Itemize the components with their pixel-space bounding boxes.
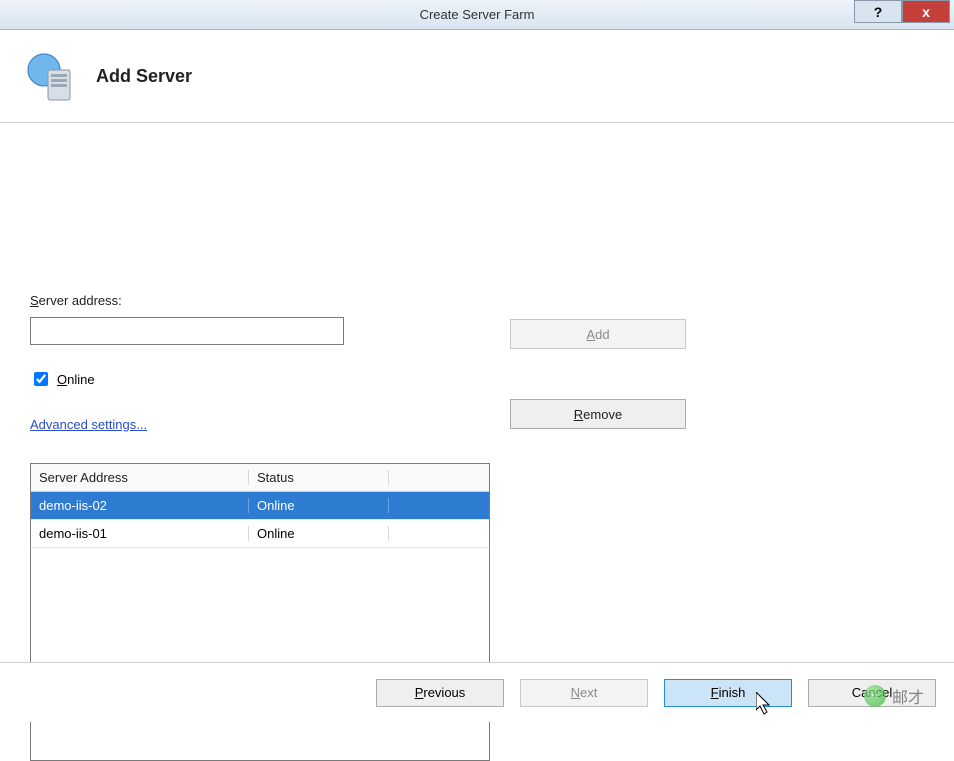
table-row[interactable]: demo-iis-01Online [31, 520, 489, 548]
cell-status: Online [249, 498, 389, 513]
help-icon: ? [874, 4, 883, 20]
server-address-label: Server address: [30, 293, 122, 308]
col-header-address[interactable]: Server Address [31, 470, 249, 485]
previous-button[interactable]: Previous [376, 679, 504, 707]
online-checkbox-row: Online [30, 369, 95, 389]
server-address-input[interactable] [30, 317, 344, 345]
titlebar: Create Server Farm ? x [0, 0, 954, 30]
close-icon: x [922, 4, 930, 20]
add-button[interactable]: Add [510, 319, 686, 349]
window-title: Create Server Farm [420, 7, 535, 22]
cell-status: Online [249, 526, 389, 541]
table-header: Server Address Status [31, 464, 489, 492]
finish-button[interactable]: Finish [664, 679, 792, 707]
remove-button[interactable]: Remove [510, 399, 686, 429]
cancel-button[interactable]: Cancel [808, 679, 936, 707]
cell-server-address: demo-iis-02 [31, 498, 249, 513]
online-label: Online [57, 372, 95, 387]
close-button[interactable]: x [902, 0, 950, 23]
wizard-footer: Previous Next Finish Cancel 邮才 [0, 662, 954, 722]
cell-server-address: demo-iis-01 [31, 526, 249, 541]
page-title: Add Server [96, 66, 192, 87]
next-button[interactable]: Next [520, 679, 648, 707]
server-farm-icon [22, 48, 78, 104]
wizard-header: Add Server [0, 30, 954, 123]
advanced-settings-link[interactable]: Advanced settings... [30, 417, 147, 432]
online-checkbox[interactable] [34, 372, 48, 386]
help-button[interactable]: ? [854, 0, 902, 23]
col-header-status[interactable]: Status [249, 470, 389, 485]
table-row[interactable]: demo-iis-02Online [31, 492, 489, 520]
content-area: Server address: Add Online Advanced sett… [0, 123, 954, 713]
